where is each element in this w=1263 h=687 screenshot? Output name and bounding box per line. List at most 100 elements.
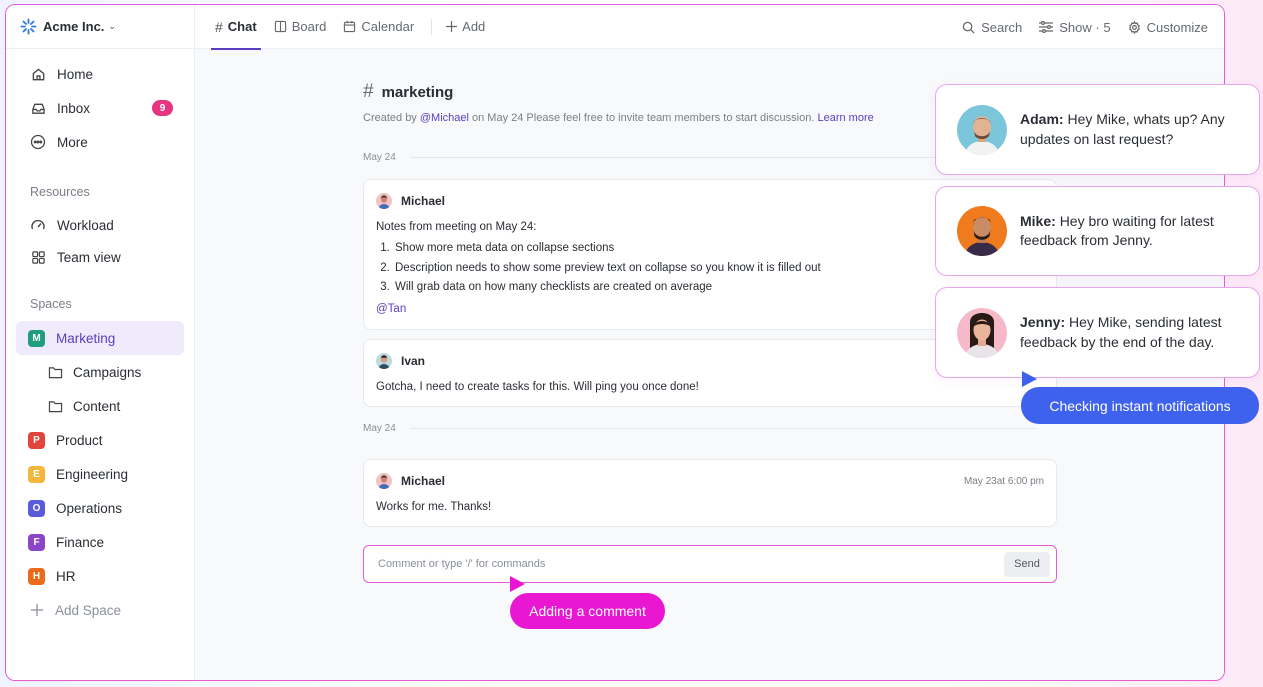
channel-title: marketing: [381, 83, 454, 101]
learn-more-link[interactable]: Learn more: [817, 112, 873, 124]
nav-label: Home: [57, 66, 94, 82]
show-label: Show · 5: [1059, 19, 1111, 35]
add-space-label: Add Space: [55, 602, 122, 618]
nav-label: Workload: [57, 217, 114, 233]
created-suffix: on May 24 Please feel free to invite tea…: [472, 112, 815, 124]
more-icon: [30, 134, 46, 150]
folder-item-campaigns[interactable]: Campaigns: [16, 355, 184, 389]
plus-icon: [446, 21, 458, 32]
message-author: Michael: [401, 474, 446, 488]
workspace-switcher[interactable]: Acme Inc. ⌄: [6, 5, 194, 49]
callout-pointer: [510, 576, 525, 592]
nav-item-inbox[interactable]: Inbox 9: [16, 91, 184, 125]
folder-label: Campaigns: [73, 364, 142, 380]
workspace-name: Acme Inc.: [43, 19, 105, 34]
folder-icon: [48, 400, 63, 413]
notification-card[interactable]: Jenny: Hey Mike, sending latest feedback…: [935, 287, 1260, 378]
tab-chat[interactable]: # Chat: [211, 5, 261, 50]
date-label: May 24: [363, 152, 396, 163]
message-text: Gotcha, I need to create tasks for this.…: [376, 381, 699, 393]
sidebar: Acme Inc. ⌄ Home Inbox 9 More Resources …: [6, 5, 195, 680]
chevron-down-icon: ⌄: [108, 21, 116, 31]
nav-label: Team view: [57, 249, 121, 265]
tab-label: Add: [462, 19, 486, 34]
comment-placeholder: Comment or type '/' for commands: [378, 558, 546, 570]
space-avatar: P: [28, 431, 45, 449]
plus-icon: [31, 604, 43, 616]
space-label: Finance: [56, 534, 105, 550]
channel-header: # marketing: [363, 81, 453, 103]
home-icon: [30, 66, 46, 82]
avatar: [957, 104, 1007, 155]
workspace-logo-icon: [20, 18, 37, 35]
customize-label: Customize: [1146, 19, 1208, 35]
space-label: Engineering: [56, 466, 129, 482]
nav-item-more[interactable]: More: [16, 125, 184, 159]
gear-icon: [1128, 20, 1141, 34]
grid-icon: [30, 249, 46, 265]
comment-input[interactable]: Comment or type '/' for commands Send: [363, 545, 1057, 583]
inbox-icon: [30, 100, 46, 116]
space-avatar: M: [28, 329, 45, 347]
tab-divider: [431, 18, 433, 35]
nav-label: Inbox: [57, 100, 91, 116]
view-tabs-bar: # Chat Board Calendar Add Search Show · …: [195, 5, 1224, 50]
avatar: [957, 307, 1007, 358]
notification-card[interactable]: Mike: Hey bro waiting for latest feedbac…: [935, 186, 1260, 276]
calendar-icon: [343, 20, 356, 33]
nav-item-team-view[interactable]: Team view: [16, 241, 184, 273]
space-item-operations[interactable]: O Operations: [16, 491, 184, 525]
notification-card[interactable]: Adam: Hey Mike, whats up? Any updates on…: [935, 84, 1260, 175]
sliders-icon: [1039, 21, 1054, 33]
toolbar: Search Show · 5 Customize: [945, 5, 1208, 49]
folder-item-content[interactable]: Content: [16, 389, 184, 423]
notification-sender: Adam:: [1020, 111, 1064, 127]
send-button[interactable]: Send: [1004, 551, 1050, 577]
space-label: Marketing: [56, 330, 116, 346]
message-text: Works for me. Thanks!: [376, 501, 492, 513]
space-label: Product: [56, 432, 103, 448]
add-space-button[interactable]: Add Space: [16, 593, 184, 627]
space-item-finance[interactable]: F Finance: [16, 525, 184, 559]
tab-label: Chat: [227, 19, 257, 34]
message-card: Michael May 23at 6:00 pm Works for me. T…: [363, 459, 1057, 527]
tab-label: Calendar: [361, 19, 415, 34]
nav-item-workload[interactable]: Workload: [16, 209, 184, 241]
notifications-callout: Checking instant notifications: [1021, 387, 1259, 424]
space-item-marketing[interactable]: M Marketing: [16, 321, 184, 355]
tab-add[interactable]: Add: [446, 5, 485, 49]
date-label: May 24: [363, 423, 396, 434]
space-item-engineering[interactable]: E Engineering: [16, 457, 184, 491]
notification-text: Adam: Hey Mike, whats up? Any updates on…: [1020, 110, 1250, 149]
message-author: Ivan: [401, 354, 426, 368]
hash-icon: #: [363, 81, 374, 102]
resources-nav: Workload Team view: [6, 203, 194, 273]
nav-item-home[interactable]: Home: [16, 57, 184, 91]
creator-mention[interactable]: @Michael: [420, 112, 469, 124]
resources-section-title: Resources: [30, 185, 90, 199]
spaces-nav: M Marketing Campaigns Content P Product …: [6, 315, 194, 627]
space-avatar: F: [28, 533, 45, 551]
customize-button[interactable]: Customize: [1128, 20, 1208, 35]
created-prefix: Created by: [363, 112, 417, 124]
channel-description: Created by @Michael on May 24 Please fee…: [363, 112, 874, 124]
gauge-icon: [30, 217, 46, 233]
spaces-section-title: Spaces: [30, 297, 72, 311]
space-avatar: H: [28, 567, 45, 585]
space-item-hr[interactable]: H HR: [16, 559, 184, 593]
tab-calendar[interactable]: Calendar: [343, 5, 414, 49]
show-button[interactable]: Show · 5: [1039, 19, 1111, 35]
notification-sender: Jenny:: [1020, 314, 1066, 330]
callout-pointer: [1022, 371, 1037, 387]
space-avatar: E: [28, 465, 45, 483]
avatar: [376, 193, 392, 209]
space-item-product[interactable]: P Product: [16, 423, 184, 457]
message-author: Michael: [401, 194, 446, 208]
nav-label: More: [57, 134, 88, 150]
tab-board[interactable]: Board: [274, 5, 326, 49]
search-icon: [962, 21, 975, 34]
main-nav: Home Inbox 9 More: [6, 49, 194, 159]
search-button[interactable]: Search: [962, 20, 1022, 35]
notification-text: Mike: Hey bro waiting for latest feedbac…: [1020, 212, 1250, 251]
inbox-count-badge: 9: [152, 100, 173, 116]
